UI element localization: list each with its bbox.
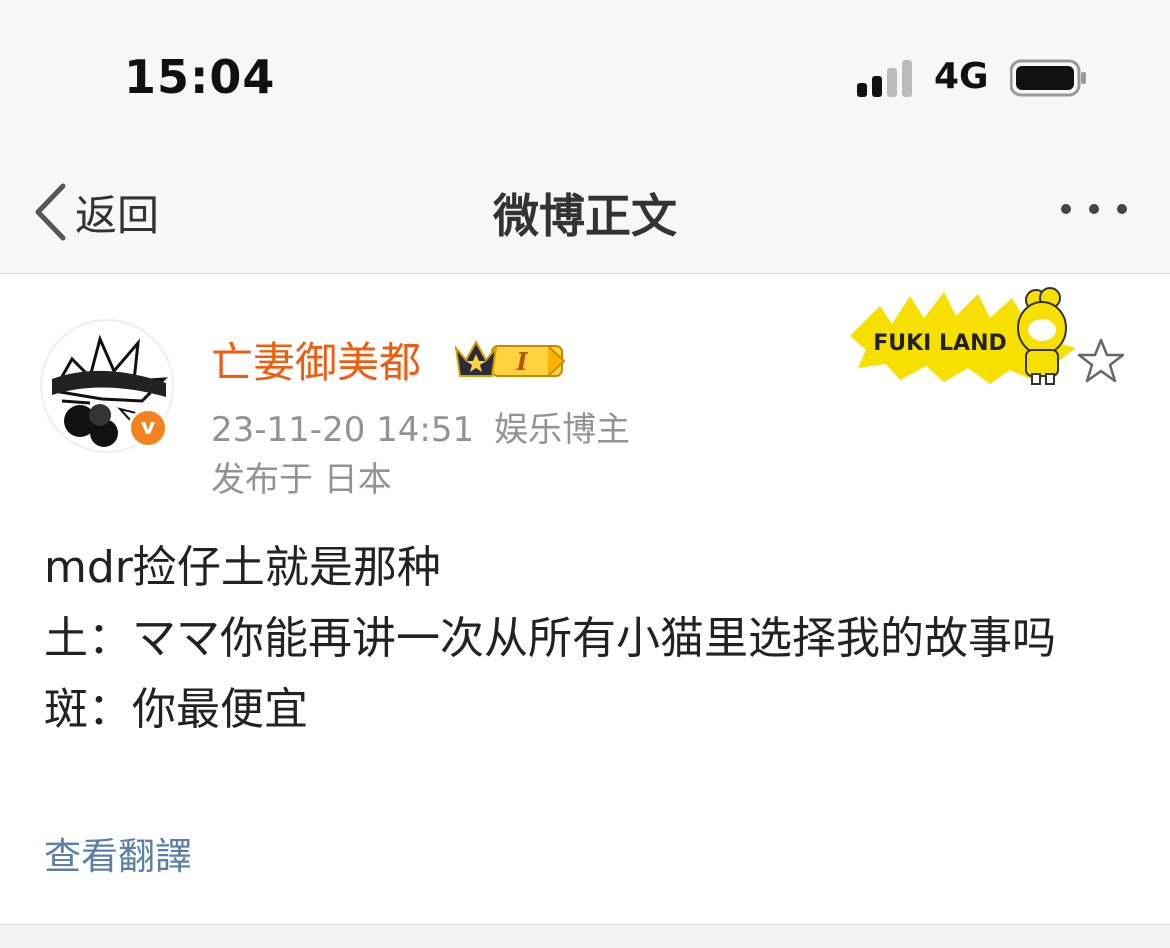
network-type: 4G	[934, 56, 989, 97]
user-label: 娱乐博主	[494, 410, 631, 450]
member-crown-badge-icon[interactable]: I	[452, 336, 568, 384]
section-divider	[0, 924, 1170, 948]
signal-icon	[857, 59, 915, 97]
content-line: 斑：你最便宜	[44, 684, 308, 735]
post-card: v 亡妻御美都 I 23-11-20 14:51 娱乐博主 发布于 日本 FUKI…	[0, 274, 1170, 924]
verified-badge-icon: v	[128, 408, 168, 448]
badge-level: I	[515, 347, 528, 376]
post-meta: 23-11-20 14:51 娱乐博主	[211, 402, 630, 451]
banner-text: FUKI LAND	[873, 331, 1007, 356]
star-favorite-icon[interactable]	[1076, 336, 1126, 386]
nav-bar: 返回 微博正文	[0, 150, 1170, 274]
post-content: mdr捡仔土就是那种 土：ママ你能再讲一次从所有小猫里选择我的故事吗 斑：你最便…	[44, 532, 1134, 745]
content-line: 土：ママ你能再讲一次从所有小猫里选择我的故事吗	[44, 613, 1056, 664]
post-location: 发布于 日本	[211, 460, 392, 500]
status-time: 15:04	[124, 50, 276, 104]
username[interactable]: 亡妻御美都	[211, 329, 421, 390]
fuki-land-banner: FUKI LAND	[850, 287, 1076, 385]
page-title: 微博正文	[493, 189, 677, 243]
content-line: mdr捡仔土就是那种	[44, 542, 441, 593]
battery-icon	[1010, 59, 1086, 97]
status-bar: 15:04 4G	[0, 0, 1170, 150]
translate-link[interactable]: 查看翻譯	[44, 826, 192, 880]
more-options-icon[interactable]	[1056, 198, 1132, 220]
post-timestamp: 23-11-20 14:51	[211, 410, 475, 450]
